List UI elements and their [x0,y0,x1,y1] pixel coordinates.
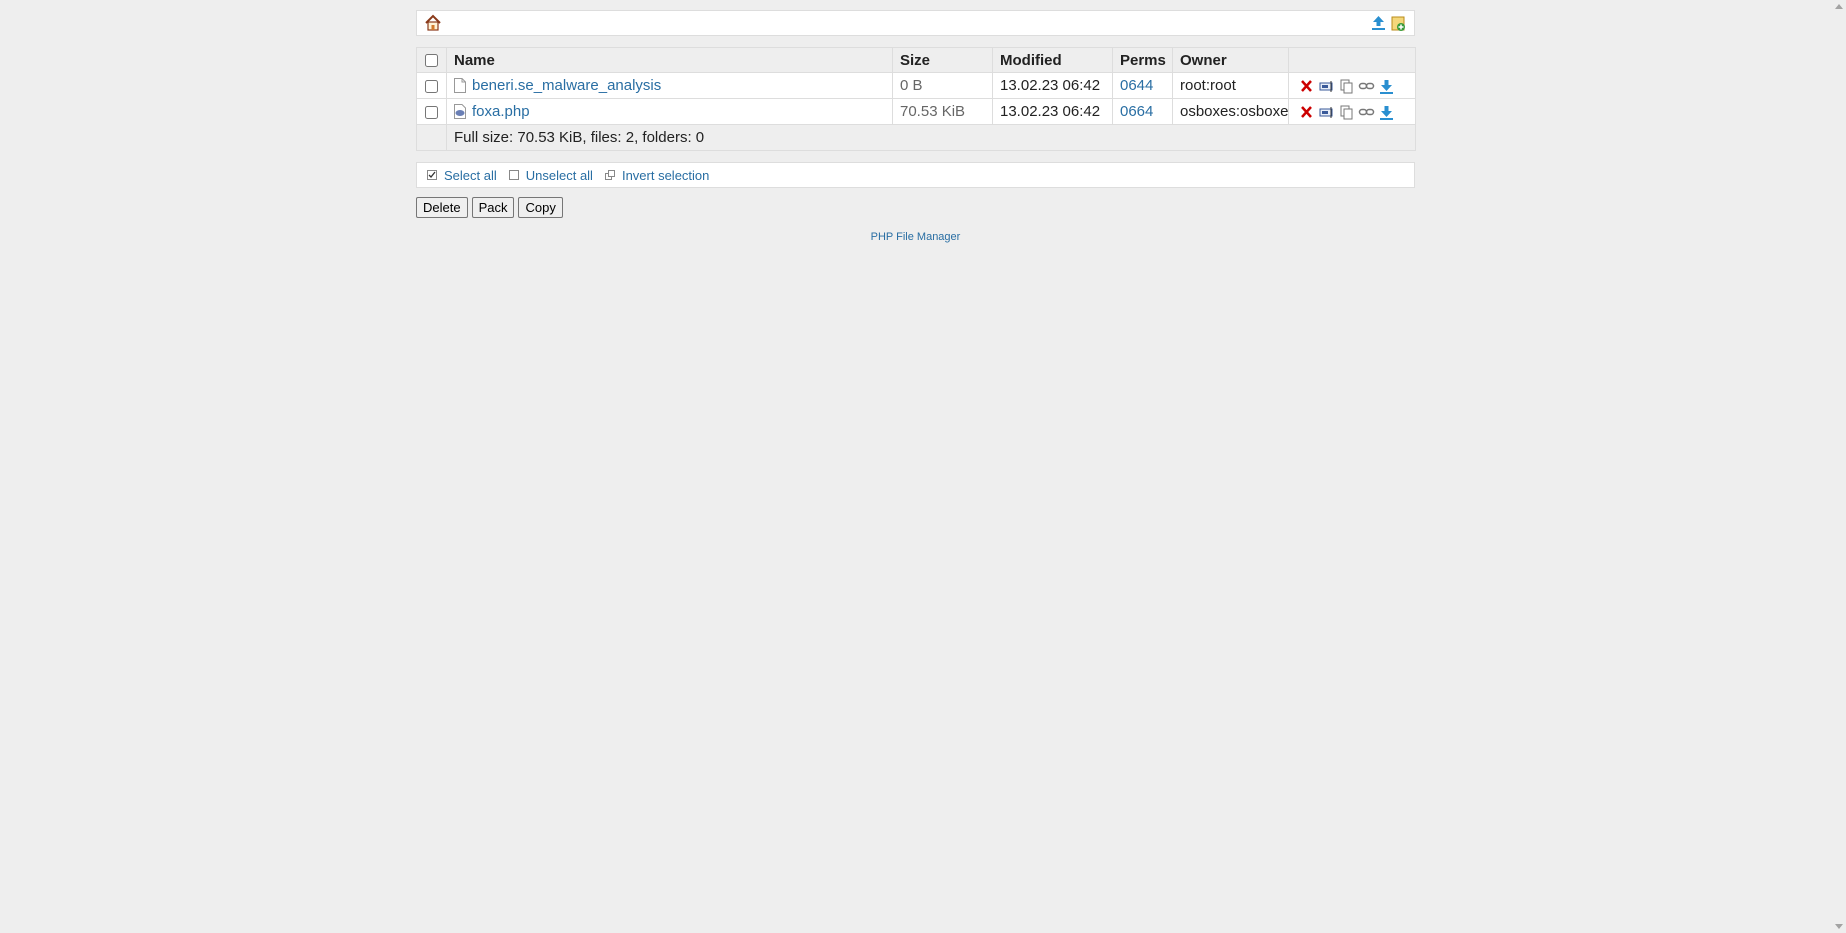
checked-box-icon [427,170,437,180]
selection-bar: Select all Unselect all Invert selection [416,162,1415,188]
column-header-perms[interactable]: Perms [1112,47,1173,73]
page-footer: PHP File Manager [416,231,1415,243]
upload-icon[interactable] [1371,15,1386,31]
file-size: 0 B [892,72,993,99]
scrollbar-down-arrow[interactable] [1835,924,1843,929]
table-header-row: Name Size Modified Perms Owner [416,47,1416,73]
file-modified: 13.02.23 06:42 [992,72,1113,99]
footer-link[interactable]: PHP File Manager [871,231,961,243]
row-checkbox[interactable] [425,105,438,119]
file-modified: 13.02.23 06:42 [992,98,1113,125]
rename-icon[interactable] [1318,104,1335,120]
perms-link[interactable]: 0644 [1120,77,1153,94]
delete-button[interactable]: Delete [416,197,468,218]
link-icon[interactable] [1358,104,1375,120]
full-size-summary: Full size: 70.53 KiB, files: 2, folders:… [446,124,1416,151]
php-file-icon [454,104,466,119]
new-folder-icon[interactable] [1391,15,1406,31]
copy-icon[interactable] [1338,78,1355,94]
perms-link[interactable]: 0664 [1120,103,1153,120]
rename-icon[interactable] [1318,78,1335,94]
table-row: foxa.php 70.53 KiB 13.02.23 06:42 0664 o… [416,98,1416,125]
invert-selection-icon [604,170,615,180]
unchecked-box-icon [508,170,519,180]
file-owner: root:root [1172,72,1289,99]
file-link[interactable]: foxa.php [472,103,530,120]
column-header-owner[interactable]: Owner [1172,47,1289,73]
file-table: Name Size Modified Perms Owner beneri.se… [416,47,1416,151]
copy-icon[interactable] [1338,104,1355,120]
download-icon[interactable] [1378,104,1395,120]
file-size: 70.53 KiB [892,98,993,125]
delete-icon[interactable] [1298,78,1315,94]
column-header-name[interactable]: Name [446,47,893,73]
file-owner: osboxes:osboxes [1172,98,1289,125]
path-bar [416,10,1415,36]
link-icon[interactable] [1358,78,1375,94]
select-all-checkbox[interactable] [425,54,438,68]
row-checkbox[interactable] [425,79,438,93]
column-header-modified[interactable]: Modified [992,47,1113,73]
file-icon [454,78,466,93]
action-buttons: Delete Pack Copy [416,197,1415,218]
file-manager: Name Size Modified Perms Owner beneri.se… [416,10,1416,243]
delete-icon[interactable] [1298,104,1315,120]
unselect-all-link[interactable]: Unselect all [526,168,593,183]
table-footer-row: Full size: 70.53 KiB, files: 2, folders:… [416,124,1416,151]
download-icon[interactable] [1378,78,1395,94]
column-header-actions [1288,47,1416,73]
select-all-link[interactable]: Select all [444,168,497,183]
column-header-size[interactable]: Size [892,47,993,73]
scrollbar-up-arrow[interactable] [1835,4,1843,9]
table-row: beneri.se_malware_analysis 0 B 13.02.23 … [416,72,1416,99]
invert-selection-link[interactable]: Invert selection [622,168,709,183]
copy-button[interactable]: Copy [518,197,563,218]
file-link[interactable]: beneri.se_malware_analysis [472,77,661,94]
pack-button[interactable]: Pack [471,197,515,218]
home-icon[interactable] [424,14,442,32]
